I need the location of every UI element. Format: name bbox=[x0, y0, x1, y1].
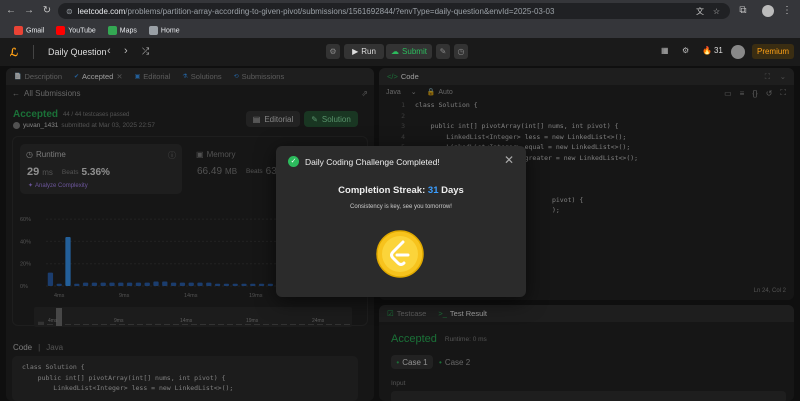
run-button[interactable]: ▶ Run bbox=[344, 44, 384, 59]
settings-icon[interactable]: ⚙ bbox=[682, 46, 689, 55]
bookmarks-bar: Gmail YouTube Maps Home bbox=[0, 22, 180, 38]
modal-header: ✓ Daily Coding Challenge Completed! bbox=[288, 156, 440, 167]
close-icon[interactable]: ✕ bbox=[504, 153, 514, 167]
back-icon[interactable]: ← bbox=[4, 4, 18, 18]
forward-icon[interactable]: → bbox=[22, 4, 36, 18]
address-bar[interactable]: ⊜ leetcode.com/problems/partition-array-… bbox=[58, 3, 730, 19]
site-info-icon[interactable]: ⊜ bbox=[66, 7, 73, 16]
bookmark-favicon-icon bbox=[107, 25, 117, 35]
streak-number: 31 bbox=[427, 185, 439, 196]
daily-challenge-modal: ✓ Daily Coding Challenge Completed! ✕ Co… bbox=[276, 146, 526, 297]
bookmark-favicon-icon bbox=[56, 25, 66, 35]
prev-icon[interactable]: ‹ bbox=[107, 45, 111, 57]
url-host: leetcode.com bbox=[77, 6, 126, 16]
modal-subtitle: Consistency is key, see you tomorrow! bbox=[350, 204, 452, 210]
streak-line: Completion Streak: 31 Days bbox=[338, 185, 464, 196]
translate-icon[interactable]: 文 bbox=[696, 6, 704, 17]
premium-button[interactable]: Premium bbox=[752, 44, 794, 59]
leetcode-coin-icon bbox=[376, 230, 424, 278]
user-avatar[interactable] bbox=[731, 45, 745, 59]
divider bbox=[33, 45, 34, 59]
bookmark-favicon-icon bbox=[148, 25, 158, 35]
layout-icon[interactable]: ▦ bbox=[661, 46, 669, 55]
debug-icon[interactable]: ⚙ bbox=[326, 44, 340, 59]
play-icon: ▶ bbox=[352, 47, 359, 56]
leetcode-logo-icon[interactable]: ℒ bbox=[10, 46, 22, 59]
submit-button[interactable]: ☁ Submit bbox=[386, 44, 432, 59]
streak-badge[interactable]: 🔥 31 bbox=[702, 46, 723, 55]
menu-icon[interactable]: ⋮ bbox=[780, 4, 794, 18]
timer-icon[interactable]: ◷ bbox=[454, 44, 468, 59]
notes-icon[interactable]: ✎ bbox=[436, 44, 450, 59]
reload-icon[interactable]: ↻ bbox=[40, 4, 54, 18]
url-path: /problems/partition-array-according-to-g… bbox=[125, 6, 555, 16]
extensions-icon[interactable]: ⧉ bbox=[736, 4, 750, 18]
browser-chrome: ← → ↻ ⊜ leetcode.com/problems/partition-… bbox=[0, 0, 800, 38]
bookmark-home[interactable]: Home bbox=[148, 25, 180, 35]
bookmark-youtube[interactable]: YouTube bbox=[56, 25, 96, 35]
bookmark-gmail[interactable]: Gmail bbox=[14, 25, 44, 35]
leetcode-header: ℒ Daily Question ‹ › ⤮ ⚙ ▶ Run ☁ Submit ✎ … bbox=[0, 38, 800, 66]
shuffle-icon[interactable]: ⤮ bbox=[142, 46, 149, 57]
modal-title: Daily Coding Challenge Completed! bbox=[305, 156, 440, 167]
fire-icon: 🔥 bbox=[702, 46, 712, 55]
bookmark-maps[interactable]: Maps bbox=[107, 25, 137, 35]
bookmark-favicon-icon bbox=[14, 25, 23, 35]
cloud-upload-icon: ☁ bbox=[391, 47, 400, 56]
daily-question-label[interactable]: Daily Question bbox=[48, 47, 107, 57]
profile-avatar[interactable] bbox=[762, 5, 774, 17]
check-circle-icon: ✓ bbox=[288, 156, 299, 167]
next-icon[interactable]: › bbox=[124, 45, 128, 57]
star-icon[interactable]: ☆ bbox=[713, 7, 720, 16]
